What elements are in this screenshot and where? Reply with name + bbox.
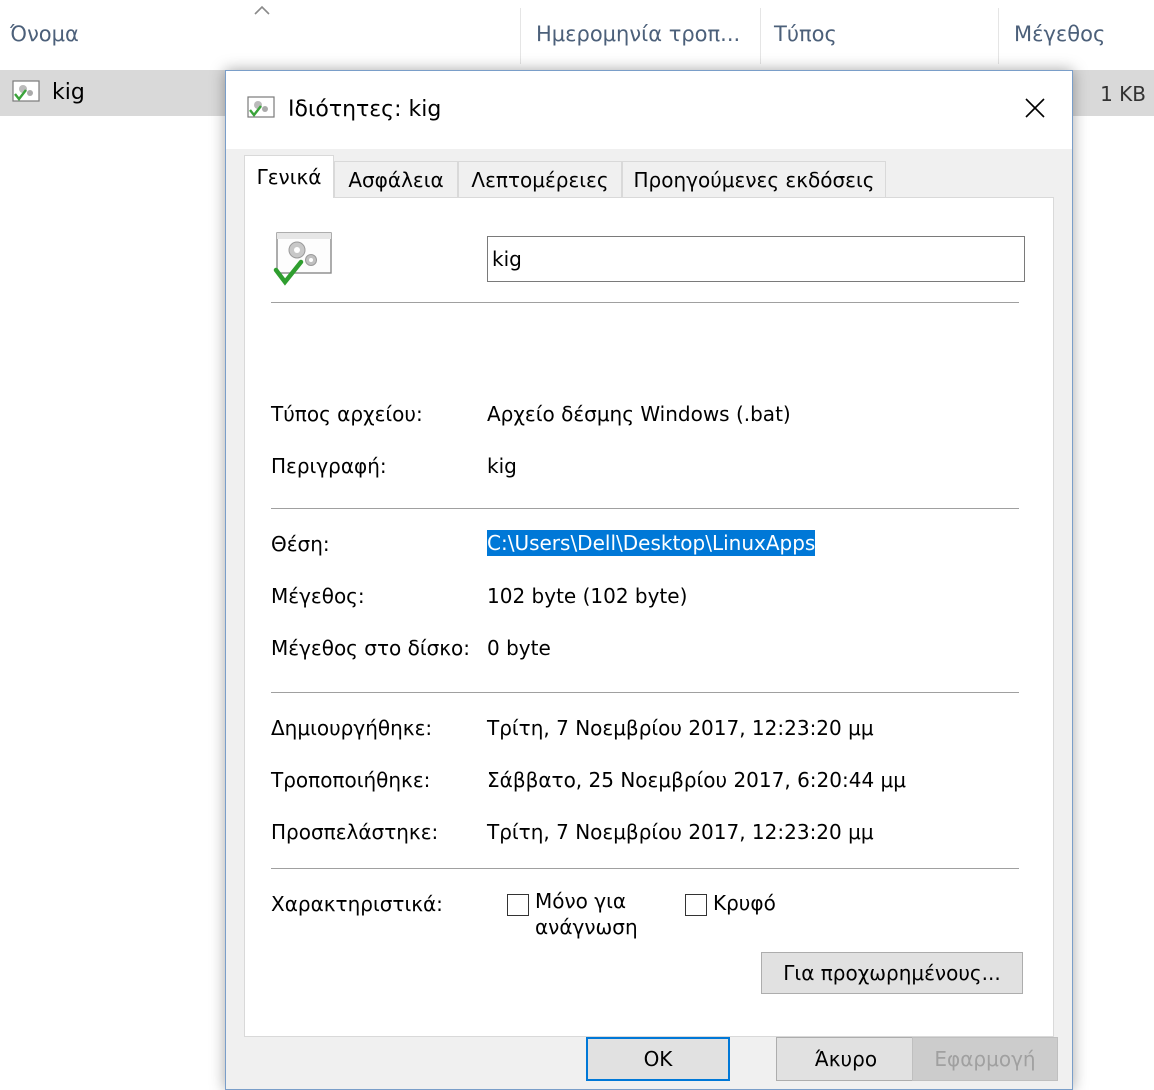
- modified-value: Σάββατο, 25 Νοεμβρίου 2017, 6:20:44 μμ: [487, 768, 906, 792]
- location-value[interactable]: C:\Users\Dell\Desktop\LinuxApps: [487, 530, 816, 556]
- file-type-label: Τύπος αρχείου:: [271, 402, 423, 426]
- divider: [271, 508, 1019, 509]
- ok-button[interactable]: OK: [586, 1037, 730, 1081]
- dialog-title: Ιδιότητες: kig: [288, 97, 442, 122]
- divider: [271, 692, 1019, 693]
- file-name: kig: [52, 80, 85, 105]
- size-on-disk-label: Μέγεθος στο δίσκο:: [271, 636, 471, 660]
- accessed-value: Τρίτη, 7 Νοεμβρίου 2017, 12:23:20 μμ: [487, 820, 874, 844]
- file-type-value: Αρχείο δέσμης Windows (.bat): [487, 402, 791, 426]
- size-on-disk-value: 0 byte: [487, 636, 551, 660]
- hidden-checkbox-label[interactable]: Κρυφό: [713, 890, 776, 916]
- modified-label: Τροποποιήθηκε:: [271, 768, 431, 792]
- tab-general[interactable]: Γενικά: [244, 155, 334, 198]
- general-tab-panel: Τύπος αρχείου: Αρχείο δέσμης Windows (.b…: [244, 197, 1054, 1037]
- created-label: Δημιουργήθηκε:: [271, 716, 433, 740]
- column-size[interactable]: Μέγεθος: [1014, 22, 1105, 46]
- apply-button[interactable]: Εφαρμογή: [912, 1037, 1058, 1081]
- tab-previous-versions[interactable]: Προηγούμενες εκδόσεις: [622, 161, 886, 197]
- readonly-checkbox[interactable]: [507, 894, 529, 916]
- location-label: Θέση:: [271, 532, 330, 556]
- column-date-modified[interactable]: Ημερομηνία τροπ...: [536, 22, 740, 46]
- column-separator[interactable]: [520, 8, 521, 64]
- hidden-checkbox[interactable]: [685, 894, 707, 916]
- sort-up-chevron-icon: [254, 5, 270, 15]
- batch-file-gear-icon: [247, 96, 275, 118]
- tab-security[interactable]: Ασφάλεια: [334, 161, 458, 197]
- attributes-label: Χαρακτηριστικά:: [271, 892, 443, 916]
- size-value: 102 byte (102 byte): [487, 584, 688, 608]
- properties-dialog: Ιδιότητες: kig Γενικά Ασφάλεια Λεπτομέρε…: [225, 70, 1073, 1090]
- accessed-label: Προσπελάστηκε:: [271, 820, 439, 844]
- readonly-checkbox-label[interactable]: Μόνο για ανάγνωση: [535, 888, 638, 940]
- readonly-label-line2: ανάγνωση: [535, 915, 638, 939]
- divider: [271, 868, 1019, 869]
- column-separator[interactable]: [760, 8, 761, 64]
- close-icon: [1025, 98, 1045, 118]
- size-label: Μέγεθος:: [271, 584, 365, 608]
- description-value: kig: [487, 454, 517, 478]
- advanced-button[interactable]: Για προχωρημένους...: [761, 952, 1023, 994]
- batch-file-gear-icon: [12, 80, 40, 102]
- column-separator[interactable]: [998, 8, 999, 64]
- column-name[interactable]: Όνομα: [10, 22, 79, 46]
- file-name-input[interactable]: [487, 236, 1025, 282]
- batch-file-gear-icon: [273, 232, 332, 286]
- dialog-titlebar[interactable]: Ιδιότητες: kig: [226, 71, 1072, 149]
- tab-details[interactable]: Λεπτομέρειες: [458, 161, 622, 197]
- description-label: Περιγραφή:: [271, 454, 387, 478]
- explorer-column-header: Όνομα Ημερομηνία τροπ... Τύπος Μέγεθος: [0, 0, 1154, 70]
- file-size: 1 KB: [1100, 82, 1146, 106]
- close-button[interactable]: [1012, 85, 1058, 131]
- created-value: Τρίτη, 7 Νοεμβρίου 2017, 12:23:20 μμ: [487, 716, 874, 740]
- cancel-button[interactable]: Άκυρο: [776, 1037, 916, 1081]
- readonly-label-line1: Μόνο για: [535, 889, 627, 913]
- divider: [271, 302, 1019, 303]
- column-type[interactable]: Τύπος: [774, 22, 837, 46]
